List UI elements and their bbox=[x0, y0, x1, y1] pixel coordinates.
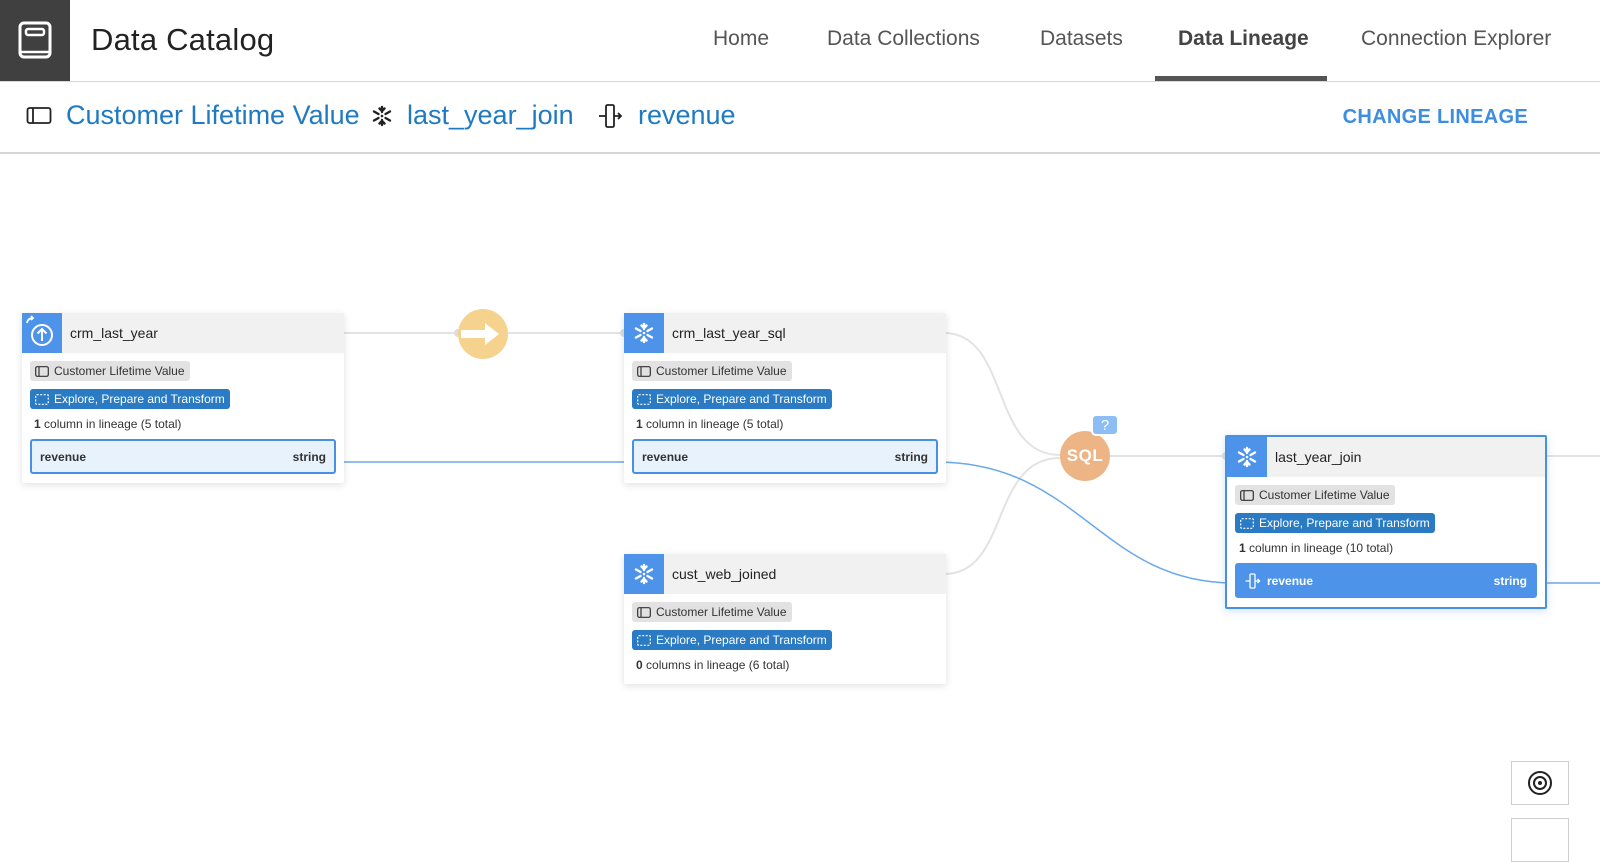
dataset-name: last_year_join bbox=[1275, 449, 1362, 465]
transform-sql[interactable]: SQL bbox=[1060, 431, 1110, 481]
dataset-node-header[interactable]: crm_last_year_sql bbox=[624, 313, 946, 353]
snowflake-icon bbox=[634, 322, 654, 344]
breadcrumb-column-label: revenue bbox=[638, 100, 736, 130]
lineage-count: 1 column in lineage (10 total) bbox=[1239, 541, 1394, 555]
dataset-node-header[interactable]: last_year_join bbox=[1227, 437, 1545, 477]
breadcrumb-dataset[interactable]: last_year_join bbox=[371, 100, 574, 131]
collection-tag[interactable]: Customer Lifetime Value bbox=[632, 361, 792, 381]
collection-icon bbox=[35, 365, 49, 377]
project-tag[interactable]: Explore, Prepare and Transform bbox=[30, 389, 230, 409]
column-type: string bbox=[1493, 573, 1527, 588]
transform-push[interactable] bbox=[458, 309, 508, 359]
collection-icon bbox=[26, 106, 52, 124]
collection-tag[interactable]: Customer Lifetime Value bbox=[632, 602, 792, 622]
column-row[interactable]: revenue string bbox=[30, 439, 336, 474]
nav-connection-explorer[interactable]: Connection Explorer bbox=[1361, 27, 1551, 51]
target-icon bbox=[1528, 771, 1552, 795]
column-name: revenue bbox=[1267, 573, 1314, 588]
lineage-count: 1 column in lineage (5 total) bbox=[34, 417, 182, 431]
dataset-node-selected[interactable]: last_year_join Customer Lifetime Value E… bbox=[1225, 435, 1547, 609]
column-row[interactable]: revenue string bbox=[632, 439, 938, 474]
breadcrumb-collection-label: Customer Lifetime Value bbox=[66, 100, 360, 130]
column-row-selected[interactable]: revenue string bbox=[1235, 563, 1537, 598]
dataset-name: cust_web_joined bbox=[672, 566, 777, 582]
project-tag[interactable]: Explore, Prepare and Transform bbox=[1235, 513, 1435, 533]
arrow-right-icon bbox=[461, 323, 499, 345]
snowflake-icon bbox=[634, 563, 654, 585]
project-icon bbox=[637, 634, 651, 646]
dataset-name: crm_last_year_sql bbox=[672, 325, 786, 341]
dataset-node[interactable]: crm_last_year Customer Lifetime Value Ex… bbox=[22, 313, 344, 483]
collection-tag[interactable]: Customer Lifetime Value bbox=[30, 361, 190, 381]
dataset-node[interactable]: crm_last_year_sql Customer Lifetime Valu… bbox=[624, 313, 946, 483]
dataset-node-header[interactable]: cust_web_joined bbox=[624, 554, 946, 594]
project-tag[interactable]: Explore, Prepare and Transform bbox=[632, 630, 832, 650]
breadcrumb: Customer Lifetime Value last_year_join r… bbox=[0, 82, 1600, 154]
project-tag[interactable]: Explore, Prepare and Transform bbox=[632, 389, 832, 409]
change-lineage-button[interactable]: CHANGE LINEAGE bbox=[1343, 106, 1528, 129]
book-icon bbox=[18, 21, 52, 58]
nav-data-collections[interactable]: Data Collections bbox=[827, 27, 980, 51]
dataset-node-header[interactable]: crm_last_year bbox=[22, 313, 344, 353]
column-icon bbox=[599, 103, 623, 128]
app-logo[interactable] bbox=[0, 0, 70, 81]
dataset-node[interactable]: cust_web_joined Customer Lifetime Value … bbox=[624, 554, 946, 684]
lineage-count: 1 column in lineage (5 total) bbox=[636, 417, 784, 431]
breadcrumb-dataset-label: last_year_join bbox=[407, 100, 574, 130]
nav-data-lineage[interactable]: Data Lineage bbox=[1178, 27, 1309, 51]
collection-icon bbox=[637, 365, 651, 377]
column-name: revenue bbox=[642, 449, 689, 464]
project-icon bbox=[1240, 517, 1254, 529]
zoom-control-button[interactable] bbox=[1511, 818, 1569, 862]
sql-help-badge[interactable]: ? bbox=[1091, 414, 1119, 436]
top-navigation-bar: Data Catalog Home Data Collections Datas… bbox=[0, 0, 1600, 82]
nav-home[interactable]: Home bbox=[713, 27, 769, 51]
upload-icon bbox=[26, 315, 53, 346]
snowflake-icon bbox=[1237, 446, 1257, 468]
breadcrumb-collection[interactable]: Customer Lifetime Value bbox=[26, 100, 360, 131]
sql-label: SQL bbox=[1066, 446, 1104, 465]
column-icon bbox=[1245, 572, 1261, 589]
column-name: revenue bbox=[40, 449, 87, 464]
app-title: Data Catalog bbox=[91, 22, 275, 57]
recenter-button[interactable] bbox=[1511, 761, 1569, 805]
column-type: string bbox=[894, 449, 928, 464]
dataset-name: crm_last_year bbox=[70, 325, 158, 341]
lineage-count: 0 columns in lineage (6 total) bbox=[636, 658, 790, 672]
collection-icon bbox=[637, 606, 651, 618]
project-icon bbox=[637, 393, 651, 405]
snowflake-icon bbox=[372, 105, 392, 126]
collection-icon bbox=[1240, 489, 1254, 501]
breadcrumb-column[interactable]: revenue bbox=[598, 100, 736, 131]
collection-tag[interactable]: Customer Lifetime Value bbox=[1235, 485, 1395, 505]
project-icon bbox=[35, 393, 49, 405]
column-type: string bbox=[292, 449, 326, 464]
active-tab-indicator bbox=[1155, 76, 1327, 81]
nav-datasets[interactable]: Datasets bbox=[1040, 27, 1123, 51]
